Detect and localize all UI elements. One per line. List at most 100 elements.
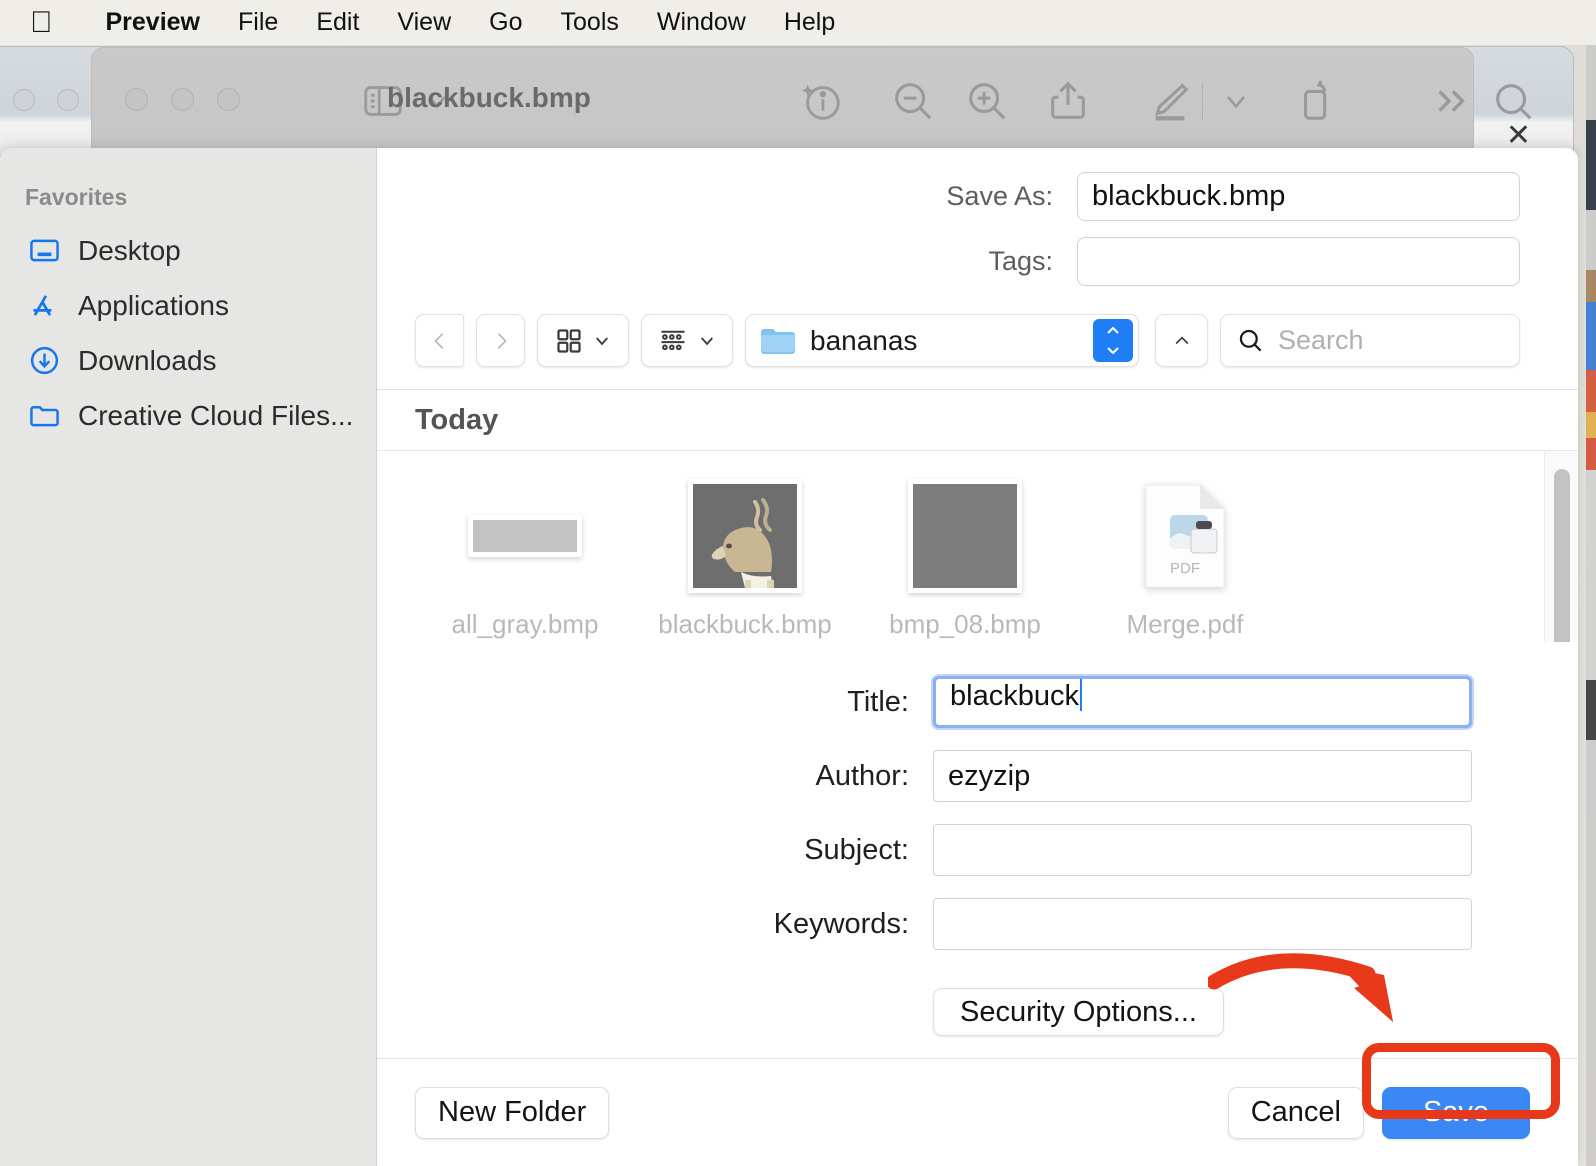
sidebar-item-downloads[interactable]: Downloads <box>0 333 376 388</box>
menu-item-preview[interactable]: Preview <box>87 8 220 37</box>
grid-view-button[interactable] <box>537 314 629 367</box>
tags-label: Tags: <box>988 246 1053 276</box>
file-item[interactable]: bmp_08.bmp <box>855 479 1075 640</box>
author-label: Author: <box>815 759 910 792</box>
apple-logo-icon[interactable]:  <box>30 7 53 38</box>
close-icon[interactable]: ✕ <box>1506 121 1531 151</box>
menu-item-go[interactable]: Go <box>470 8 541 37</box>
preview-document-title: blackbuck.bmp <box>387 82 591 113</box>
favorites-sidebar: Favorites Desktop Applications Downloads… <box>0 148 377 1166</box>
forward-button[interactable] <box>476 314 525 367</box>
file-thumbnail <box>908 479 1022 593</box>
sidebar-item-creative-cloud-files[interactable]: Creative Cloud Files... <box>0 388 376 443</box>
new-folder-button[interactable]: New Folder <box>415 1086 610 1139</box>
cancel-button[interactable]: Cancel <box>1227 1086 1364 1139</box>
parent-folder-button[interactable] <box>1155 314 1208 367</box>
chevron-down-icon <box>596 336 608 345</box>
chevron-down-icon <box>701 336 713 345</box>
zoom-out-icon[interactable] <box>890 78 936 124</box>
subject-input[interactable] <box>933 824 1472 876</box>
file-item[interactable]: all_gray.bmp <box>415 479 635 640</box>
list-view-button[interactable] <box>641 314 733 367</box>
file-name: Merge.pdf <box>1126 609 1244 639</box>
file-name: bmp_08.bmp <box>889 609 1041 639</box>
back-button[interactable] <box>415 314 464 367</box>
more-chevrons-icon[interactable] <box>1428 78 1474 124</box>
search-icon[interactable] <box>1490 78 1536 124</box>
background-window-traffic-lights <box>13 89 79 111</box>
file-search-box[interactable]: Search <box>1220 314 1520 367</box>
rotate-icon[interactable] <box>1294 78 1340 124</box>
file-browser: Today all_gray.bmp blackbuck.bmp bmp_08.… <box>377 389 1578 642</box>
window-close-icon[interactable] <box>125 88 148 111</box>
search-icon <box>1239 329 1262 352</box>
file-browser-scroll-track[interactable] <box>1544 451 1578 642</box>
menu-item-edit[interactable]: Edit <box>297 8 378 37</box>
subject-row: Subject: <box>377 824 1530 876</box>
screen:  Preview File Edit View Go Tools Window… <box>0 0 1596 1166</box>
file-name: all_gray.bmp <box>451 609 599 639</box>
sidebar-item-label: Applications <box>78 289 229 321</box>
file-grid: all_gray.bmp blackbuck.bmp bmp_08.bmp PD… <box>377 451 1578 642</box>
security-options-row: Security Options... <box>377 950 1530 1036</box>
folder-icon <box>28 399 61 432</box>
file-thumbnail <box>688 479 802 593</box>
chevron-up-icon <box>1175 335 1188 344</box>
close-dot-icon[interactable] <box>13 89 35 111</box>
dialog-main: Save As: Tags: <box>377 148 1578 1166</box>
menu-item-file[interactable]: File <box>219 8 297 37</box>
save-dialog: Favorites Desktop Applications Downloads… <box>0 148 1578 1166</box>
keywords-input[interactable] <box>933 898 1472 950</box>
file-search-placeholder: Search <box>1278 325 1364 355</box>
window-minimize-icon[interactable] <box>171 88 194 111</box>
security-options-button[interactable]: Security Options... <box>933 988 1224 1036</box>
applications-icon <box>28 289 61 322</box>
markup-info-icon[interactable] <box>798 78 844 124</box>
sidebar-item-label: Downloads <box>78 344 217 376</box>
save-as-label: Save As: <box>946 181 1053 211</box>
title-row: Title: blackbuck <box>377 676 1530 728</box>
window-zoom-icon[interactable] <box>217 88 240 111</box>
author-row: Author: <box>377 750 1530 802</box>
save-as-input[interactable] <box>1077 172 1520 221</box>
up-down-stepper-icon[interactable] <box>1093 319 1133 362</box>
path-popup-button[interactable]: bananas <box>745 314 1139 367</box>
tags-input[interactable] <box>1077 237 1520 286</box>
title-input[interactable]: blackbuck <box>933 676 1472 728</box>
chevron-down-icon[interactable] <box>1220 78 1252 124</box>
title-label: Title: <box>847 685 909 718</box>
favorites-header: Favorites <box>25 184 128 210</box>
file-thumbnail: PDF <box>1128 479 1242 593</box>
file-group-header: Today <box>377 390 1578 451</box>
text-caret <box>1079 679 1082 711</box>
minimize-dot-icon[interactable] <box>57 89 79 111</box>
annotate-pencil-icon[interactable] <box>1146 78 1192 124</box>
share-icon[interactable] <box>1045 78 1091 124</box>
footer-actions: Cancel Save <box>1227 1086 1530 1139</box>
save-button[interactable]: Save <box>1382 1086 1530 1139</box>
desktop-right-edge-strip <box>1586 40 1596 1166</box>
dialog-footer: New Folder Cancel Save <box>377 1058 1578 1166</box>
author-input[interactable] <box>933 750 1472 802</box>
save-as-section: Save As: Tags: <box>377 148 1578 286</box>
file-browser-scrollbar-thumb[interactable] <box>1554 469 1570 642</box>
file-name: blackbuck.bmp <box>658 609 832 639</box>
path-popup-value: bananas <box>810 324 918 356</box>
folder-icon <box>761 328 795 354</box>
sidebar-item-applications[interactable]: Applications <box>0 278 376 333</box>
keywords-row: Keywords: <box>377 898 1530 950</box>
menu-item-tools[interactable]: Tools <box>542 8 638 37</box>
menu-item-window[interactable]: Window <box>638 8 765 37</box>
keywords-label: Keywords: <box>773 907 909 940</box>
file-item[interactable]: blackbuck.bmp <box>635 479 855 640</box>
toolbar-divider <box>1202 82 1203 120</box>
window-traffic-lights <box>125 88 240 111</box>
sidebar-item-desktop[interactable]: Desktop <box>0 223 376 278</box>
file-browser-toolbar: bananas Search <box>377 286 1578 389</box>
tags-row: Tags: <box>377 237 1578 286</box>
zoom-in-icon[interactable] <box>964 78 1010 124</box>
downloads-icon <box>28 344 61 377</box>
menu-item-view[interactable]: View <box>378 8 470 37</box>
file-item[interactable]: PDF Merge.pdf <box>1075 479 1295 640</box>
menu-item-help[interactable]: Help <box>765 8 854 37</box>
